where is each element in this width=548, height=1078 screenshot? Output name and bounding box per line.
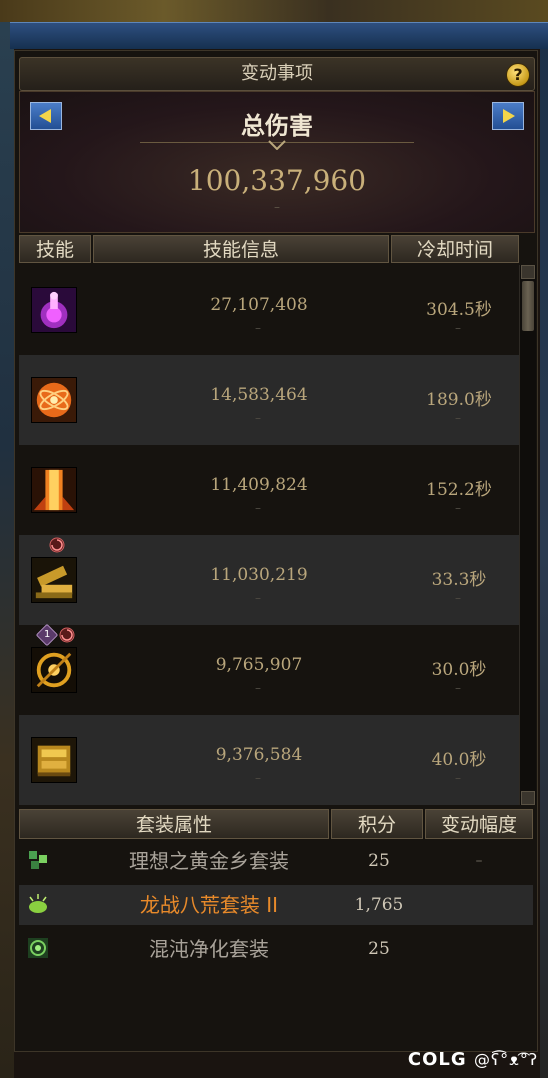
rank-badge-number: 1 — [43, 629, 51, 640]
window-frame-bar — [10, 22, 548, 49]
set-row[interactable]: 理想之黄金乡套装 25 – — [19, 841, 533, 881]
damage-change: – — [255, 411, 261, 425]
window-title: 变动事项 — [241, 63, 313, 84]
swirl-badge-icon — [49, 537, 65, 553]
cooldown-change: – — [455, 321, 461, 335]
total-damage-value: 100,337,960 — [187, 164, 367, 197]
cooldown-change: – — [455, 411, 461, 425]
skill-damage: 9,376,584 — [215, 745, 303, 765]
damage-change: – — [255, 681, 261, 695]
watermark-brand: COLG — [407, 1049, 467, 1070]
scroll-down-button[interactable] — [521, 791, 535, 805]
total-damage-label: 总伤害 — [241, 112, 313, 140]
change-details-panel: 变动事项 ? 总伤害 100,337,960 – 技能 技能信息 冷却时间 27… — [14, 50, 538, 1052]
swirl-badge-icon — [59, 627, 75, 643]
total-damage-change: – — [274, 200, 280, 214]
fire-pillar-icon — [31, 467, 77, 513]
title-bar[interactable]: 变动事项 ? — [19, 57, 535, 91]
gold-cannon-icon — [31, 557, 77, 603]
scroll-thumb[interactable] — [522, 281, 534, 331]
cooldown-change: – — [455, 591, 461, 605]
game-background-left — [0, 22, 14, 1078]
skill-damage: 11,409,824 — [210, 475, 308, 495]
skill-cooldown: 304.5秒 — [426, 300, 492, 320]
damage-change: – — [255, 501, 261, 515]
skill-cooldown: 152.2秒 — [426, 480, 492, 500]
column-cooldown[interactable]: 冷却时间 — [391, 235, 519, 263]
set-score: 25 — [368, 851, 390, 871]
skill-cooldown: 30.0秒 — [431, 660, 487, 680]
column-skill[interactable]: 技能 — [19, 235, 91, 263]
set-change — [429, 885, 529, 925]
skill-row[interactable]: 11,030,219 – 33.3秒 – — [19, 535, 519, 625]
green-swirl-icon — [28, 938, 48, 958]
set-change: – — [475, 853, 483, 869]
skill-damage: 14,583,464 — [210, 385, 308, 405]
skill-damage: 9,765,907 — [215, 655, 303, 675]
set-row[interactable]: 混沌净化套装 25 — [19, 929, 533, 969]
skill-list: 27,107,408 – 304.5秒 – 14,583,464 – 189.0… — [19, 265, 519, 805]
gold-ring-blast-icon — [31, 647, 77, 693]
skill-damage: 11,030,219 — [210, 565, 308, 585]
skill-row[interactable]: 1 9,765,907 – 30.0秒 – — [19, 623, 519, 715]
scroll-up-button[interactable] — [521, 265, 535, 279]
skill-table-header: 技能 技能信息 冷却时间 — [19, 235, 533, 263]
set-score: 25 — [368, 939, 390, 959]
skill-cooldown: 40.0秒 — [431, 750, 487, 770]
purple-goddess-icon — [31, 287, 77, 333]
set-name: 混沌净化套装 — [149, 937, 269, 961]
set-row[interactable]: 龙战八荒套装 II 1,765 — [19, 885, 533, 925]
set-table-header: 套装属性 积分 变动幅度 — [19, 809, 533, 839]
set-name: 理想之黄金乡套装 — [129, 849, 289, 873]
skill-cooldown: 189.0秒 — [426, 390, 492, 410]
skill-damage: 27,107,408 — [210, 295, 308, 315]
damage-change: – — [255, 771, 261, 785]
column-skill-info[interactable]: 技能信息 — [93, 235, 389, 263]
damage-change: – — [255, 321, 261, 335]
gold-gear-icon — [31, 737, 77, 783]
skill-row[interactable]: 27,107,408 – 304.5秒 – — [19, 265, 519, 355]
skill-row[interactable]: 11,409,824 – 152.2秒 – — [19, 445, 519, 535]
skill-row[interactable]: 14,583,464 – 189.0秒 – — [19, 355, 519, 445]
set-score: 1,765 — [354, 895, 404, 915]
green-blocks-icon — [29, 851, 47, 869]
total-damage-header: 总伤害 100,337,960 – — [19, 91, 535, 233]
set-name: 龙战八荒套装 II — [139, 893, 279, 917]
skill-row[interactable]: 9,376,584 – 40.0秒 – — [19, 715, 519, 805]
watermark: COLG @ʕ͡°ᴥ͡°ʔ — [408, 1049, 538, 1070]
set-change — [429, 929, 529, 969]
game-background-right — [540, 22, 548, 1078]
watermark-handle: @ʕ͡°ᴥ͡°ʔ — [473, 1050, 538, 1069]
caret-down-icon — [268, 140, 286, 150]
orange-atom-icon — [31, 377, 77, 423]
skill-list-scrollbar[interactable] — [519, 265, 536, 805]
damage-change: – — [255, 591, 261, 605]
set-list: 理想之黄金乡套装 25 – 龙战八荒套装 II 1,765 混沌净化套装 25 — [19, 841, 533, 981]
skill-cooldown: 33.3秒 — [431, 570, 487, 590]
green-orb-icon — [29, 894, 47, 913]
cooldown-change: – — [455, 501, 461, 515]
rank-1-badge-icon: 1 — [35, 623, 59, 647]
cooldown-change: – — [455, 681, 461, 695]
cooldown-change: – — [455, 771, 461, 785]
help-icon[interactable]: ? — [506, 63, 530, 87]
column-change[interactable]: 变动幅度 — [425, 809, 533, 839]
game-background-top — [0, 0, 548, 22]
column-set-attribute[interactable]: 套装属性 — [19, 809, 329, 839]
column-score[interactable]: 积分 — [331, 809, 423, 839]
